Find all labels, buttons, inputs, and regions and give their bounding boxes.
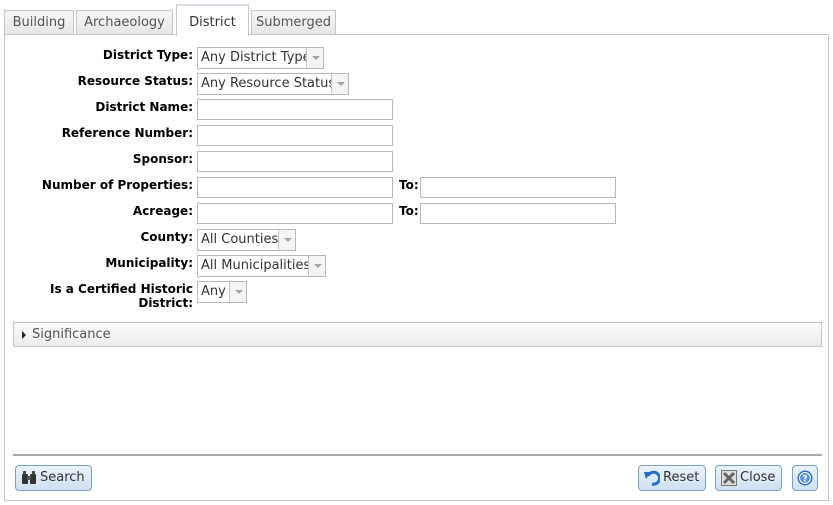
county-value: All Counties [201, 232, 279, 247]
county-select[interactable]: All Counties [197, 229, 296, 251]
divider [13, 454, 822, 456]
significance-label: Significance [32, 327, 111, 342]
tab-building[interactable]: Building [4, 10, 74, 35]
district-search-panel: District Type: Any District Type Resourc… [4, 34, 829, 501]
reset-button[interactable]: Reset [638, 465, 706, 491]
close-button[interactable]: Close [715, 465, 782, 491]
number-of-properties-label: Number of Properties: [41, 178, 193, 192]
reset-button-label: Reset [663, 470, 700, 485]
sponsor-input[interactable] [197, 151, 393, 172]
close-icon [721, 470, 737, 486]
district-type-value: Any District Type [201, 50, 311, 65]
binoculars-icon [22, 471, 36, 484]
acreage-to-input[interactable] [420, 203, 616, 224]
reference-number-label: Reference Number: [61, 126, 193, 140]
number-of-properties-to-label: To: [399, 178, 419, 192]
search-button[interactable]: Search [15, 465, 92, 491]
certified-historic-district-label: Is a Certified Historic District: [50, 282, 193, 310]
certified-value: Any [201, 284, 226, 299]
municipality-select[interactable]: All Municipalities [197, 255, 326, 277]
municipality-value: All Municipalities [201, 258, 311, 273]
resource-status-value: Any Resource Status [201, 76, 336, 91]
acreage-from-input[interactable] [197, 203, 393, 224]
acreage-label: Acreage: [132, 204, 193, 218]
help-button[interactable]: ? [792, 465, 818, 491]
acreage-to-label: To: [399, 204, 419, 218]
tab-submerged[interactable]: Submerged [251, 10, 336, 35]
tab-district[interactable]: District [176, 4, 249, 36]
chevron-down-icon[interactable] [331, 74, 348, 94]
district-name-input[interactable] [197, 99, 393, 120]
district-name-label: District Name: [95, 100, 193, 114]
tab-archaeology[interactable]: Archaeology [76, 10, 173, 35]
sponsor-label: Sponsor: [132, 152, 193, 166]
reference-number-input[interactable] [197, 125, 393, 146]
svg-text:?: ? [802, 475, 807, 485]
resource-status-select[interactable]: Any Resource Status [197, 73, 349, 95]
chevron-down-icon[interactable] [308, 256, 325, 276]
caret-right-icon [22, 331, 26, 339]
chevron-down-icon[interactable] [306, 48, 323, 68]
search-button-label: Search [40, 470, 85, 485]
district-type-select[interactable]: Any District Type [197, 47, 324, 69]
close-button-label: Close [740, 470, 776, 485]
chevron-down-icon[interactable] [229, 282, 246, 302]
help-icon: ? [797, 470, 813, 486]
number-of-properties-to-input[interactable] [420, 177, 616, 198]
county-label: County: [140, 230, 194, 244]
chevron-down-icon[interactable] [278, 230, 295, 250]
number-of-properties-from-input[interactable] [197, 177, 393, 198]
resource-status-label: Resource Status: [77, 74, 193, 88]
significance-section-header[interactable]: Significance [13, 322, 822, 347]
undo-icon [644, 470, 660, 486]
municipality-label: Municipality: [105, 256, 193, 270]
certified-historic-district-select[interactable]: Any [197, 281, 247, 303]
district-type-label: District Type: [102, 48, 193, 62]
